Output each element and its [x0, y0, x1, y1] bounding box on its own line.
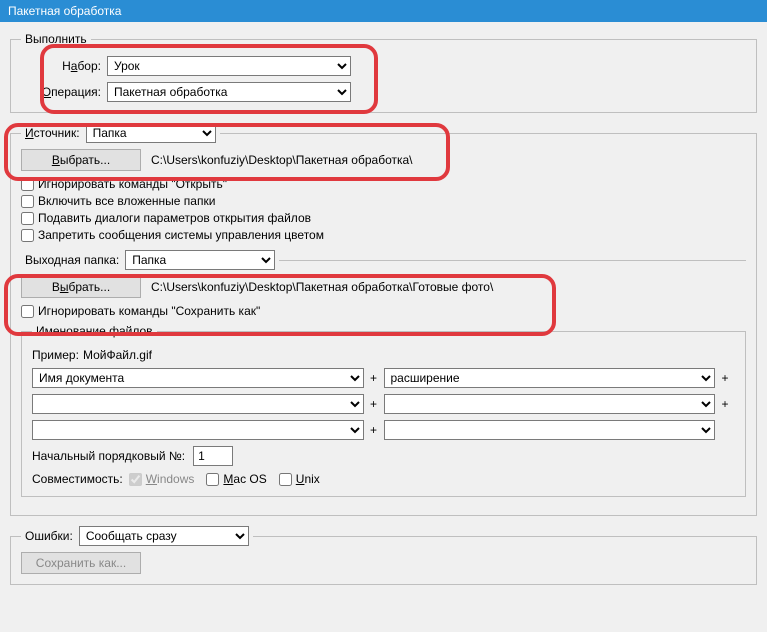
cb-suppress-color-row: Запретить сообщения системы управления ц…	[21, 228, 746, 242]
naming-field-6[interactable]	[384, 420, 716, 440]
cb-suppress-open-dialogs-label: Подавить диалоги параметров открытия фай…	[38, 211, 311, 225]
start-number-input[interactable]	[193, 446, 233, 466]
cb-suppress-color-label: Запретить сообщения системы управления ц…	[38, 228, 324, 242]
operation-label: Операция:	[21, 85, 107, 99]
title-bar: Пакетная обработка	[0, 0, 767, 22]
errors-label: Ошибки:	[25, 529, 73, 543]
compat-windows-cb	[129, 473, 142, 486]
naming-field-5[interactable]	[32, 420, 364, 440]
save-as-button: Сохранить как...	[21, 552, 141, 574]
naming-legend: Именование файлов	[32, 324, 157, 338]
errors-select[interactable]: Сообщать сразу	[79, 526, 249, 546]
dialog-content: Выполнить Набор: Урок Операция: Пакетная…	[0, 22, 767, 605]
errors-legend-row: Ошибки: Сообщать сразу	[21, 526, 253, 546]
plus-2: +	[715, 371, 735, 385]
window-title: Пакетная обработка	[8, 4, 121, 18]
example-label: Пример:	[32, 348, 79, 362]
naming-field-4[interactable]	[384, 394, 716, 414]
plus-4: +	[715, 397, 735, 411]
example-value: МойФайл.gif	[83, 348, 152, 362]
cb-include-subfolders-label: Включить все вложенные папки	[38, 194, 215, 208]
cb-ignore-saveas[interactable]	[21, 305, 34, 318]
cb-ignore-saveas-row: Игнорировать команды "Сохранить как"	[21, 304, 746, 318]
output-select[interactable]: Папка	[125, 250, 275, 270]
naming-field-1[interactable]: Имя документа	[32, 368, 364, 388]
execute-legend: Выполнить	[21, 32, 91, 46]
errors-fieldset: Ошибки: Сообщать сразу Сохранить как...	[10, 526, 757, 585]
plus-5: +	[364, 423, 384, 437]
source-output-fieldset: Источник: Папка Выбрать... C:\Users\konf…	[10, 123, 757, 516]
plus-3: +	[364, 397, 384, 411]
plus-1: +	[364, 371, 384, 385]
source-label: Источник:	[25, 126, 80, 140]
cb-suppress-open-dialogs[interactable]	[21, 212, 34, 225]
output-fieldset: Выходная папка: Папка Выбрать... C:\User…	[21, 250, 746, 501]
output-legend-row: Выходная папка: Папка	[21, 250, 279, 270]
output-choose-button[interactable]: Выбрать...	[21, 276, 141, 298]
cb-ignore-open-label: Игнорировать команды "Открыть"	[38, 177, 227, 191]
source-select[interactable]: Папка	[86, 123, 216, 143]
output-label: Выходная папка:	[25, 253, 119, 267]
naming-fieldset: Именование файлов Пример: МойФайл.gif Им…	[21, 324, 746, 497]
start-number-label: Начальный порядковый №:	[32, 449, 185, 463]
set-label: Набор:	[21, 59, 107, 73]
cb-ignore-open[interactable]	[21, 178, 34, 191]
execute-fieldset: Выполнить Набор: Урок Операция: Пакетная…	[10, 32, 757, 113]
cb-ignore-saveas-label: Игнорировать команды "Сохранить как"	[38, 304, 260, 318]
cb-include-subfolders[interactable]	[21, 195, 34, 208]
source-path: C:\Users\konfuziy\Desktop\Пакетная обраб…	[151, 153, 413, 167]
compat-label: Совместимость:	[32, 472, 123, 486]
compat-mac[interactable]: Mac OS	[206, 472, 266, 486]
output-path: C:\Users\konfuziy\Desktop\Пакетная обраб…	[151, 280, 493, 294]
operation-select[interactable]: Пакетная обработка	[107, 82, 351, 102]
naming-field-3[interactable]	[32, 394, 364, 414]
compat-windows: Windows	[129, 472, 195, 486]
compat-unix[interactable]: Unix	[279, 472, 320, 486]
compat-unix-cb[interactable]	[279, 473, 292, 486]
set-select[interactable]: Урок	[107, 56, 351, 76]
source-legend-row: Источник: Папка	[21, 123, 220, 143]
cb-suppress-color[interactable]	[21, 229, 34, 242]
compat-mac-cb[interactable]	[206, 473, 219, 486]
cb-suppress-open-dialogs-row: Подавить диалоги параметров открытия фай…	[21, 211, 746, 225]
cb-include-subfolders-row: Включить все вложенные папки	[21, 194, 746, 208]
naming-field-2[interactable]: расширение	[384, 368, 716, 388]
source-choose-button[interactable]: Выбрать...	[21, 149, 141, 171]
cb-ignore-open-row: Игнорировать команды "Открыть"	[21, 177, 746, 191]
